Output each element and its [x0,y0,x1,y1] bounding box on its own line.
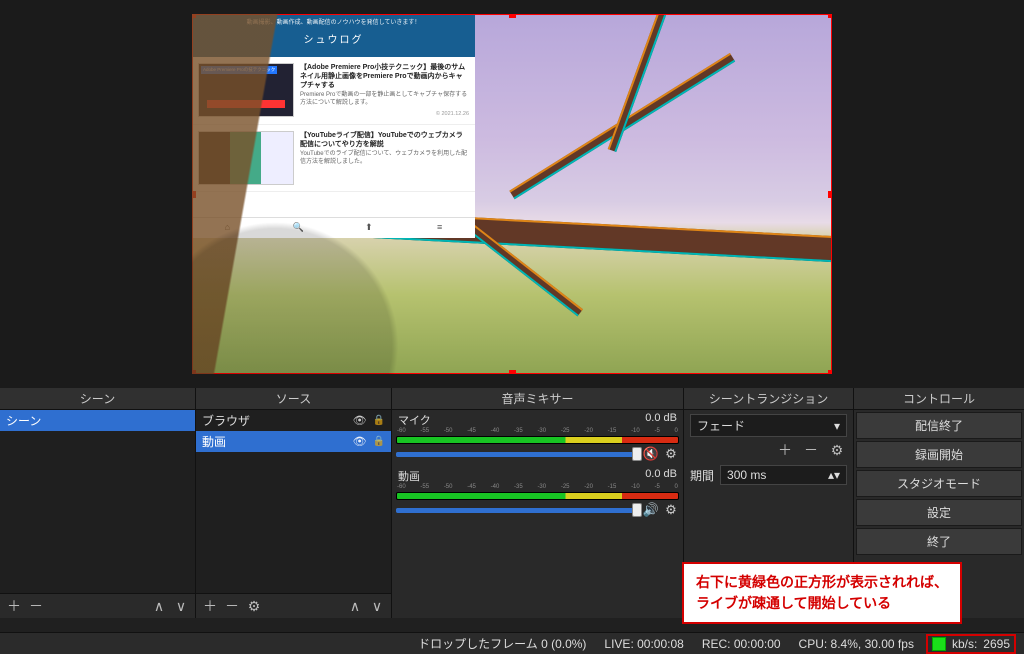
rec-time: REC: 00:00:00 [702,637,781,651]
remove-transition-button[interactable]: － [801,441,821,459]
stream-status-indicator [932,637,946,651]
stop-streaming-button[interactable]: 配信終了 [856,412,1022,439]
channel-settings-icon[interactable]: ⚙ [663,446,679,462]
mute-icon[interactable]: 🔇 [643,446,659,462]
transition-select[interactable]: フェード ▾ [690,414,847,437]
mixer-channel-video: 動画 0.0 dB -60-55-50-45-40-35-30-25-20-15… [396,468,679,518]
level-meter [396,492,679,500]
channel-name: マイク [398,412,431,428]
bitrate-value: 2695 [983,637,1010,651]
transition-settings-button[interactable]: ⚙ [827,441,847,459]
start-recording-button[interactable]: 録画開始 [856,441,1022,468]
chevron-down-icon: ▾ [834,419,840,433]
scenes-title: シーン [0,388,195,410]
annotation-callout: 右下に黄緑色の正方形が表示されれば、 ライブが疎通して開始している [682,562,962,624]
channel-db: 0.0 dB [645,468,677,484]
overlay-title: シュウログ [196,34,471,47]
settings-button[interactable]: 設定 [856,499,1022,526]
status-bar: ドロップしたフレーム 0 (0.0%) LIVE: 00:00:08 REC: … [0,632,1024,654]
dropped-frames: ドロップしたフレーム 0 (0.0%) [418,635,586,652]
volume-slider[interactable] [396,452,639,457]
thumbnail [198,63,294,117]
sources-dock: ソース ブラウザ 👁 🔒 動画 👁 🔒 ＋ － ⚙ ∧ ∨ [196,388,392,618]
channel-settings-icon[interactable]: ⚙ [663,502,679,518]
stepper-icon[interactable]: ▴▾ [828,468,840,482]
browser-source-overlay: 動画撮影、動画作成、動画配信のノウハウを発信していきます！ シュウログ 【Ado… [192,14,475,238]
duration-label: 期間 [690,467,714,484]
visibility-icon[interactable]: 👁 [353,435,367,448]
search-icon: 🔍 [263,218,334,238]
lock-icon[interactable]: 🔒 [373,436,385,447]
source-item-video[interactable]: 動画 👁 🔒 [196,431,391,452]
thumbnail [198,131,294,185]
visibility-icon[interactable]: 👁 [353,414,367,427]
overlay-article: 【Adobe Premiere Pro小技テクニック】最後のサムネイル用静止画像… [192,57,475,125]
selection-outline[interactable] [192,14,832,374]
source-settings-button[interactable]: ⚙ [244,597,264,615]
stream-status-group: kb/s: 2695 [926,634,1016,654]
channel-name: 動画 [398,468,420,484]
upload-icon: ⬆ [334,218,405,238]
overlay-bottom-nav: ⌂ 🔍 ⬆ ≡ [192,217,475,238]
transitions-title: シーントランジション [684,388,853,410]
controls-title: コントロール [854,388,1024,410]
add-scene-button[interactable]: ＋ [4,597,24,615]
source-down-button[interactable]: ∨ [367,597,387,615]
volume-slider[interactable] [396,508,639,513]
remove-scene-button[interactable]: － [26,597,46,615]
scene-item[interactable]: シーン [0,410,195,431]
remove-source-button[interactable]: － [222,597,242,615]
overlay-tagline: 動画撮影、動画作成、動画配信のノウハウを発信していきます！ [196,20,471,28]
studio-mode-button[interactable]: スタジオモード [856,470,1022,497]
bitrate-label: kb/s: [952,637,977,651]
sources-title: ソース [196,388,391,410]
source-up-button[interactable]: ∧ [345,597,365,615]
exit-button[interactable]: 終了 [856,528,1022,555]
live-time: LIVE: 00:00:08 [604,637,683,651]
home-icon: ⌂ [192,218,263,238]
mixer-title: 音声ミキサー [392,388,683,410]
speaker-icon[interactable]: 🔊 [643,502,659,518]
scenes-toolbar: ＋ － ∧ ∨ [0,593,195,618]
source-item-browser[interactable]: ブラウザ 👁 🔒 [196,410,391,431]
preview-canvas[interactable]: 動画撮影、動画作成、動画配信のノウハウを発信していきます！ シュウログ 【Ado… [192,14,832,374]
sources-toolbar: ＋ － ⚙ ∧ ∨ [196,593,391,618]
menu-icon: ≡ [404,218,475,238]
channel-db: 0.0 dB [645,412,677,428]
mixer-channel-mic: マイク 0.0 dB -60-55-50-45-40-35-30-25-20-1… [396,412,679,462]
lock-icon[interactable]: 🔒 [373,415,385,426]
scene-up-button[interactable]: ∧ [149,597,169,615]
add-transition-button[interactable]: ＋ [775,441,795,459]
scenes-dock: シーン シーン ＋ － ∧ ∨ [0,388,196,618]
preview-area[interactable]: 動画撮影、動画作成、動画配信のノウハウを発信していきます！ シュウログ 【Ado… [0,0,1024,388]
cpu-fps: CPU: 8.4%, 30.00 fps [799,637,914,651]
duration-input[interactable]: 300 ms ▴▾ [720,465,847,485]
mixer-dock: 音声ミキサー マイク 0.0 dB -60-55-50-45-40-35-30-… [392,388,684,618]
overlay-article: 【YouTubeライブ配信】YouTubeでのウェブカメラ配信についてやり方を解… [192,125,475,192]
add-source-button[interactable]: ＋ [200,597,220,615]
level-meter [396,436,679,444]
scene-down-button[interactable]: ∨ [171,597,191,615]
